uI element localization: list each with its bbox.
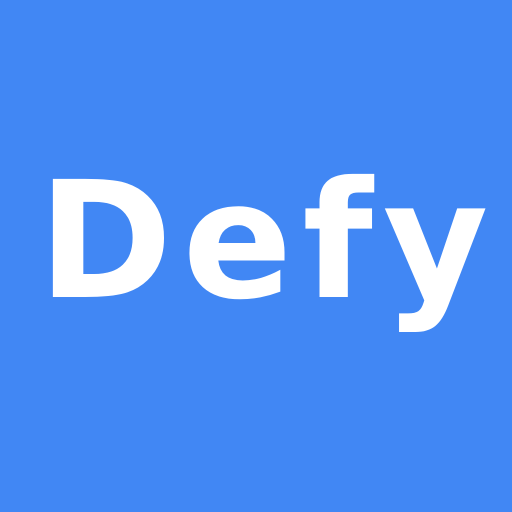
brand-canvas: Defy: [0, 0, 512, 512]
logo-wordmark: Defy: [38, 148, 499, 336]
